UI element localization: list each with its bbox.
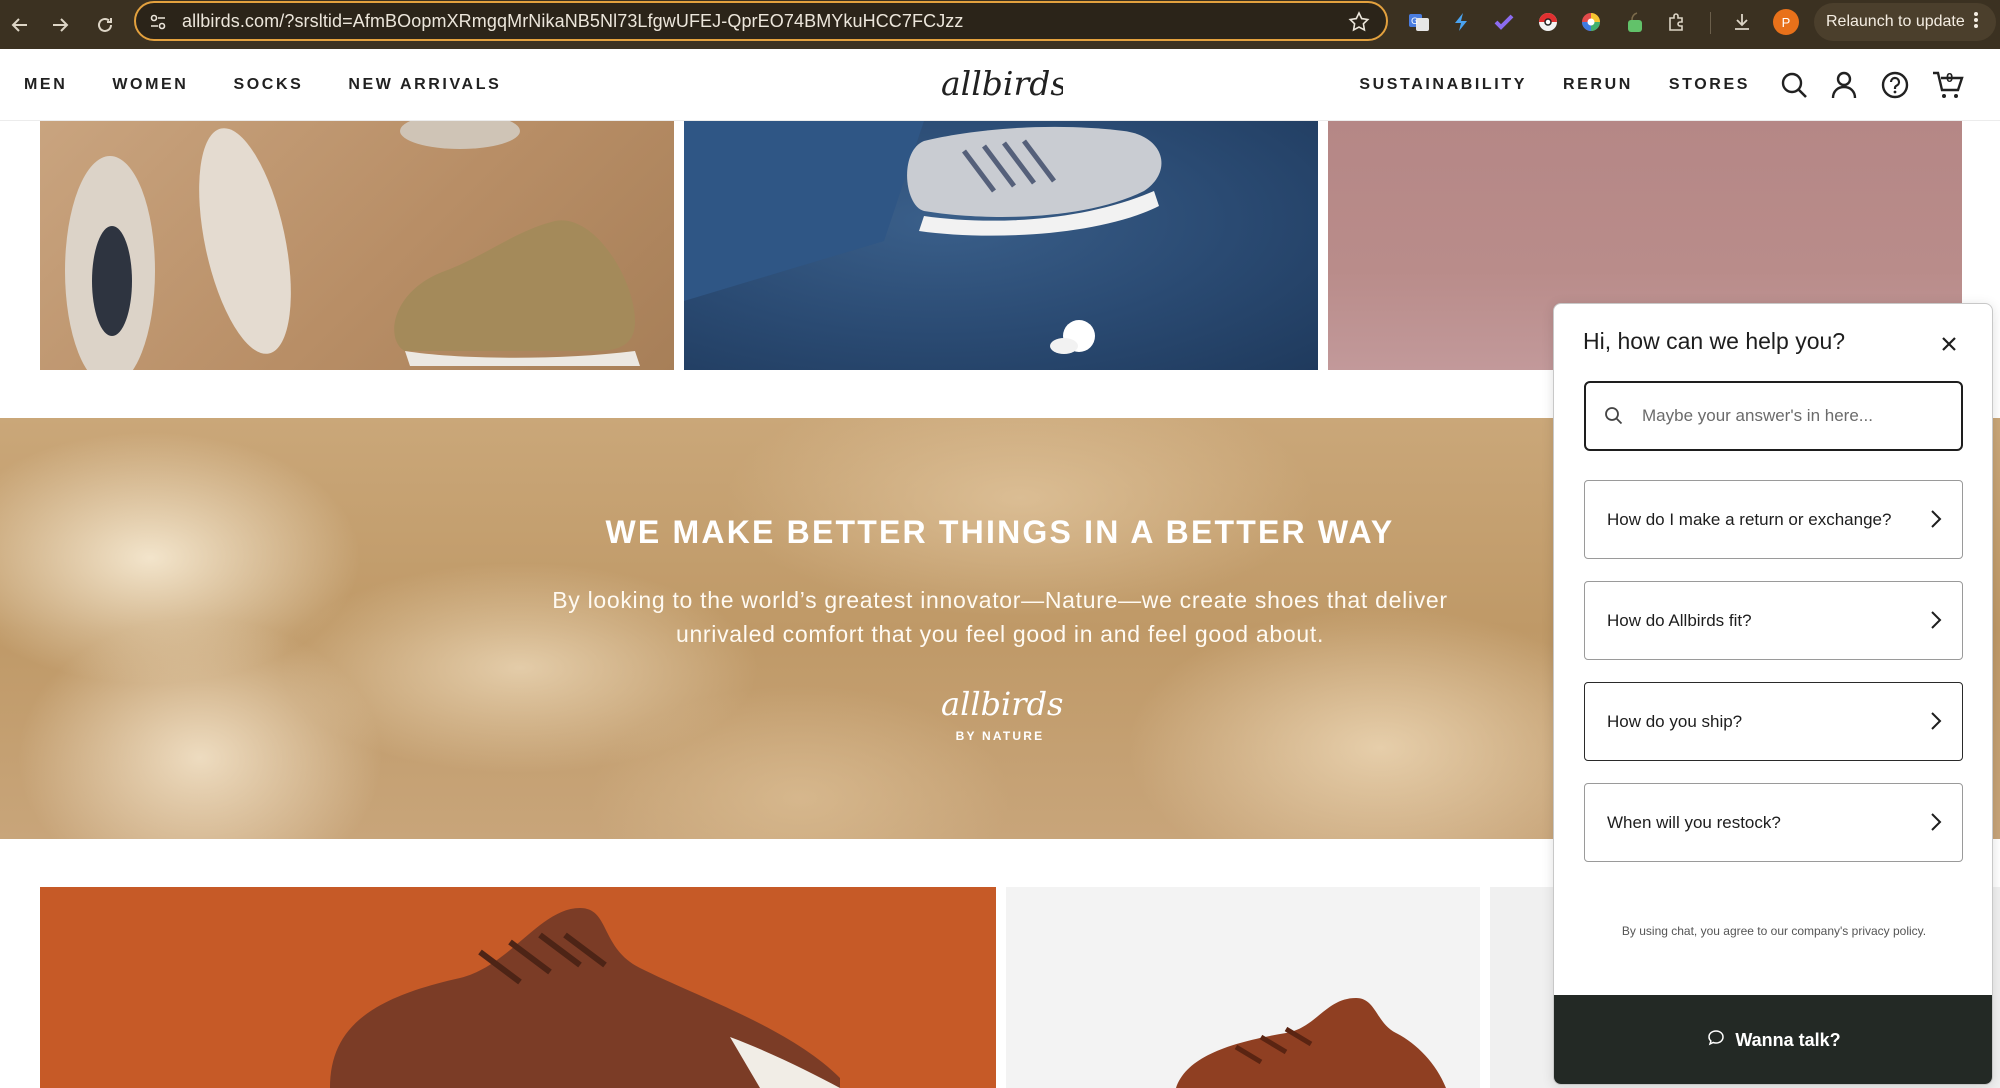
help-search-input[interactable] — [1642, 397, 1952, 435]
primary-nav: MEN WOMEN SOCKS NEW ARRIVALS — [24, 49, 546, 121]
check-extension-icon[interactable] — [1491, 9, 1517, 35]
chat-bubble-icon — [1707, 1029, 1725, 1052]
close-icon[interactable] — [1934, 329, 1964, 359]
faq-restock[interactable]: When will you restock? — [1584, 783, 1963, 862]
more-vertical-icon — [1973, 10, 1979, 35]
svg-text:G: G — [1411, 17, 1418, 27]
color-wheel-extension-icon[interactable] — [1578, 9, 1604, 35]
toolbar-divider — [1710, 12, 1711, 34]
faq-label: How do you ship? — [1607, 711, 1743, 731]
search-icon — [1604, 406, 1624, 431]
secondary-nav: SUSTAINABILITY RERUN STORES — [1323, 49, 1750, 121]
sneaker-photo — [1176, 998, 1446, 1088]
faq-label: How do Allbirds fit? — [1607, 610, 1752, 630]
chevron-right-icon — [1930, 711, 1942, 736]
nav-sustainability[interactable]: SUSTAINABILITY — [1359, 76, 1527, 94]
cart-icon[interactable]: 0 — [1932, 69, 1964, 101]
product-image-tile[interactable] — [40, 887, 996, 1088]
help-search-field[interactable] — [1584, 381, 1963, 451]
reload-icon[interactable] — [88, 8, 122, 42]
account-icon[interactable] — [1828, 69, 1860, 101]
download-icon[interactable] — [1729, 9, 1755, 35]
banner-body: By looking to the world’s greatest innov… — [540, 583, 1460, 651]
banner-body-line: By looking to the world’s greatest innov… — [552, 587, 1448, 613]
profile-avatar[interactable]: P — [1773, 9, 1799, 35]
product-image-tile[interactable] — [40, 121, 674, 370]
product-image-tile[interactable] — [1006, 887, 1480, 1088]
bookmark-star-icon[interactable] — [1348, 11, 1370, 38]
nav-men[interactable]: MEN — [24, 76, 67, 94]
forward-arrow-icon[interactable] — [43, 8, 77, 42]
nav-stores[interactable]: STORES — [1669, 76, 1750, 94]
banner-body-line: unrivaled comfort that you feel good in … — [675, 621, 1325, 647]
pokeball-extension-icon[interactable] — [1535, 9, 1561, 35]
chevron-right-icon — [1930, 812, 1942, 837]
nav-rerun[interactable]: RERUN — [1563, 76, 1633, 94]
faq-label: How do I make a return or exchange? — [1607, 509, 1892, 529]
back-arrow-icon[interactable] — [3, 8, 37, 42]
logo-text: allbirds — [941, 65, 1063, 103]
brown-sneaker-photo — [330, 908, 840, 1088]
faq-shipping[interactable]: How do you ship? — [1584, 682, 1963, 761]
url-text[interactable]: allbirds.com/?srsltid=AfmBOopmXRmgqMrNik… — [182, 11, 964, 32]
extensions-puzzle-icon[interactable] — [1664, 9, 1690, 35]
allbirds-by-nature-logo: allbirds — [937, 683, 1063, 732]
cart-count: 0 — [1946, 70, 1954, 85]
faq-fit[interactable]: How do Allbirds fit? — [1584, 581, 1963, 660]
wanna-talk-button[interactable]: Wanna talk? — [1554, 995, 1992, 1084]
relaunch-label: Relaunch to update — [1826, 13, 1965, 30]
faq-return-exchange[interactable]: How do I make a return or exchange? — [1584, 480, 1963, 559]
chat-title: Hi, how can we help you? — [1583, 328, 1846, 354]
wanna-talk-label: Wanna talk? — [1735, 1030, 1841, 1050]
address-bar[interactable]: allbirds.com/?srsltid=AfmBOopmXRmgqMrNik… — [134, 1, 1388, 41]
chevron-right-icon — [1930, 509, 1942, 534]
help-chat-widget: Hi, how can we help you? How do I make a… — [1553, 303, 1993, 1085]
product-image-tile[interactable] — [684, 121, 1318, 370]
banner-logo-text: allbirds — [941, 685, 1063, 723]
site-settings-icon[interactable] — [148, 12, 168, 37]
shoe-on-denim-photo — [684, 121, 1162, 354]
translate-extension-icon[interactable]: G — [1406, 9, 1432, 35]
browser-toolbar: allbirds.com/?srsltid=AfmBOopmXRmgqMrNik… — [0, 0, 2000, 49]
chevron-right-icon — [1930, 610, 1942, 635]
search-icon[interactable] — [1778, 69, 1810, 101]
help-icon[interactable] — [1879, 69, 1911, 101]
allbirds-logo[interactable]: allbirds — [937, 64, 1067, 110]
plant-extension-icon[interactable] — [1621, 9, 1647, 35]
shoes-photo — [65, 121, 640, 370]
nav-new-arrivals[interactable]: NEW ARRIVALS — [348, 76, 501, 94]
faq-label: When will you restock? — [1607, 812, 1781, 832]
relaunch-button[interactable]: Relaunch to update — [1814, 3, 1996, 41]
nav-socks[interactable]: SOCKS — [233, 76, 303, 94]
bolt-extension-icon[interactable] — [1448, 9, 1474, 35]
privacy-notice: By using chat, you agree to our company'… — [1621, 924, 1927, 938]
site-header: MEN WOMEN SOCKS NEW ARRIVALS allbirds SU… — [0, 49, 2000, 121]
nav-women[interactable]: WOMEN — [112, 76, 188, 94]
